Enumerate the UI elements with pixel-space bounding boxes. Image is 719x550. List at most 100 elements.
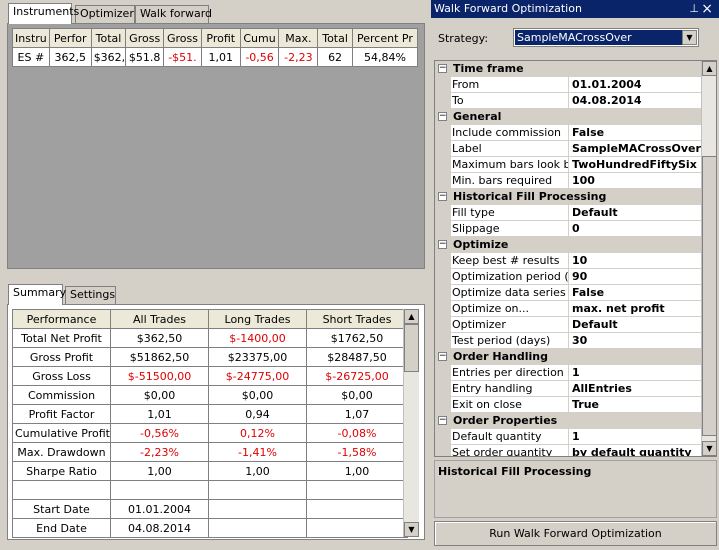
collapse-icon[interactable]: − — [438, 192, 447, 201]
table-row[interactable]: Sharpe Ratio 1,00 1,00 1,00 — [12, 461, 408, 481]
col-header[interactable]: All Trades — [110, 309, 209, 329]
property-row[interactable]: To 04.08.2014 — [435, 93, 701, 109]
property-value[interactable]: max. net profit — [569, 301, 701, 317]
property-row[interactable]: Exit on close True — [435, 397, 701, 413]
table-row[interactable]: ES # 362,5 $362, $51.8 -$51. 1,01 -0,56 … — [12, 47, 419, 67]
pin-icon[interactable]: ⊥ — [689, 0, 699, 18]
col-header[interactable]: Short Trades — [306, 309, 408, 329]
property-row[interactable]: Optimize on... max. net profit — [435, 301, 701, 317]
property-value[interactable]: SampleMACrossOver — [569, 141, 701, 157]
tab-summary[interactable]: Summary — [8, 284, 66, 305]
property-row[interactable]: Include commission False — [435, 125, 701, 141]
property-row[interactable]: Test period (days) 30 — [435, 333, 701, 349]
tab-walk-forward[interactable]: Walk forward — [135, 5, 212, 23]
property-row[interactable]: Entry handling AllEntries — [435, 381, 701, 397]
property-value[interactable]: 01.01.2004 — [569, 77, 701, 93]
property-row[interactable]: Optimization period (da90 — [435, 269, 701, 285]
property-row[interactable]: Fill type Default — [435, 205, 701, 221]
scroll-down-icon[interactable]: ▼ — [404, 522, 419, 537]
col-header[interactable]: Total — [317, 28, 353, 48]
table-row[interactable]: Start Date 01.01.2004 — [12, 499, 408, 519]
property-value[interactable]: AllEntries — [569, 381, 701, 397]
scroll-down-icon[interactable]: ▼ — [702, 441, 716, 456]
tab-instruments[interactable]: Instruments — [8, 3, 79, 24]
col-header[interactable]: Gross — [163, 28, 202, 48]
property-value[interactable]: 90 — [569, 269, 701, 285]
scroll-up-icon[interactable]: ▲ — [404, 309, 419, 324]
col-header[interactable]: Percent Pr — [351, 28, 419, 48]
property-value[interactable]: Default — [569, 205, 701, 221]
table-row[interactable]: Gross Profit $51862,50 $23375,00 $28487,50 — [12, 347, 408, 367]
tab-settings-label: Settings — [70, 288, 116, 301]
col-header[interactable]: Gross — [125, 28, 165, 48]
scroll-thumb[interactable] — [702, 156, 716, 436]
property-row[interactable]: Default quantity 1 — [435, 429, 701, 445]
table-cell — [306, 518, 408, 538]
property-category[interactable]: − Order Properties — [435, 413, 701, 429]
splitter[interactable] — [4, 272, 428, 276]
property-row[interactable]: Min. bars required 100 — [435, 173, 701, 189]
collapse-icon[interactable]: − — [438, 64, 447, 73]
collapse-icon[interactable]: − — [438, 240, 447, 249]
metric-label — [12, 480, 111, 500]
col-header[interactable]: Long Trades — [208, 309, 307, 329]
table-row[interactable] — [12, 480, 408, 500]
property-value[interactable]: False — [569, 125, 701, 141]
wfo-title-bar[interactable]: Walk Forward Optimization ⊥ × — [431, 0, 719, 18]
property-value[interactable]: 1 — [569, 429, 701, 445]
col-header[interactable]: Cumu — [239, 28, 280, 48]
property-row[interactable]: Optimize data series False — [435, 285, 701, 301]
summary-scrollbar[interactable]: ▲ ▼ — [403, 309, 419, 537]
property-value[interactable]: 04.08.2014 — [569, 93, 701, 109]
property-value[interactable]: Default — [569, 317, 701, 333]
scroll-thumb[interactable] — [404, 324, 419, 372]
property-category[interactable]: − Time frame — [435, 61, 701, 77]
property-value[interactable]: 10 — [569, 253, 701, 269]
table-row[interactable]: Gross Loss $-51500,00 $-24775,00 $-26725,00 — [12, 366, 408, 386]
property-row[interactable]: Maximum bars look bacTwoHundredFiftySix — [435, 157, 701, 173]
property-value[interactable]: 1 — [569, 365, 701, 381]
collapse-icon[interactable]: − — [438, 416, 447, 425]
table-row[interactable]: Profit Factor 1,01 0,94 1,07 — [12, 404, 408, 424]
property-value[interactable]: by default quantity — [569, 445, 701, 456]
property-value[interactable]: 100 — [569, 173, 701, 189]
property-row[interactable]: Set order quantity by default quantity — [435, 445, 701, 456]
col-header[interactable]: Instru — [12, 28, 50, 48]
col-header[interactable]: Max. — [278, 28, 319, 48]
tab-settings[interactable]: Settings — [65, 286, 116, 304]
property-row[interactable]: Label SampleMACrossOver — [435, 141, 701, 157]
col-header[interactable]: Profit — [200, 28, 241, 48]
property-row[interactable]: Optimizer Default — [435, 317, 701, 333]
property-value[interactable]: False — [569, 285, 701, 301]
strategy-select[interactable]: SampleMACrossOver ▼ — [513, 28, 699, 47]
property-category[interactable]: − General — [435, 109, 701, 125]
col-header[interactable]: Performance — [12, 309, 111, 329]
col-header[interactable]: Total — [90, 28, 127, 48]
col-header[interactable]: Perfor — [48, 28, 92, 48]
property-value[interactable]: True — [569, 397, 701, 413]
table-row[interactable]: Max. Drawdown -2,23% -1,41% -1,58% — [12, 442, 408, 462]
collapse-icon[interactable]: − — [438, 112, 447, 121]
close-icon[interactable]: × — [701, 0, 713, 18]
metric-label: Start Date — [12, 499, 111, 519]
collapse-icon[interactable]: − — [438, 352, 447, 361]
table-row[interactable]: Commission $0,00 $0,00 $0,00 — [12, 385, 408, 405]
table-row[interactable]: End Date 04.08.2014 — [12, 518, 408, 538]
property-scrollbar[interactable]: ▲ ▼ — [701, 61, 716, 456]
tab-optimizer[interactable]: Optimizer — [75, 5, 135, 23]
table-row[interactable]: Total Net Profit $362,50 $-1400,00 $1762,50 — [12, 328, 408, 348]
table-row[interactable]: Cumulative Profit -0,56% 0,12% -0,08% — [12, 423, 408, 443]
property-category[interactable]: − Optimize — [435, 237, 701, 253]
property-value[interactable]: 30 — [569, 333, 701, 349]
property-category[interactable]: − Order Handling — [435, 349, 701, 365]
run-walk-forward-button[interactable]: Run Walk Forward Optimization — [434, 521, 717, 546]
property-row[interactable]: Entries per direction 1 — [435, 365, 701, 381]
scroll-up-icon[interactable]: ▲ — [702, 61, 716, 76]
chevron-down-icon[interactable]: ▼ — [682, 30, 697, 45]
property-value[interactable]: TwoHundredFiftySix — [569, 157, 701, 173]
property-row[interactable]: Keep best # results 10 — [435, 253, 701, 269]
property-row[interactable]: Slippage 0 — [435, 221, 701, 237]
property-row[interactable]: From 01.01.2004 — [435, 77, 701, 93]
property-category[interactable]: − Historical Fill Processing — [435, 189, 701, 205]
property-value[interactable]: 0 — [569, 221, 701, 237]
